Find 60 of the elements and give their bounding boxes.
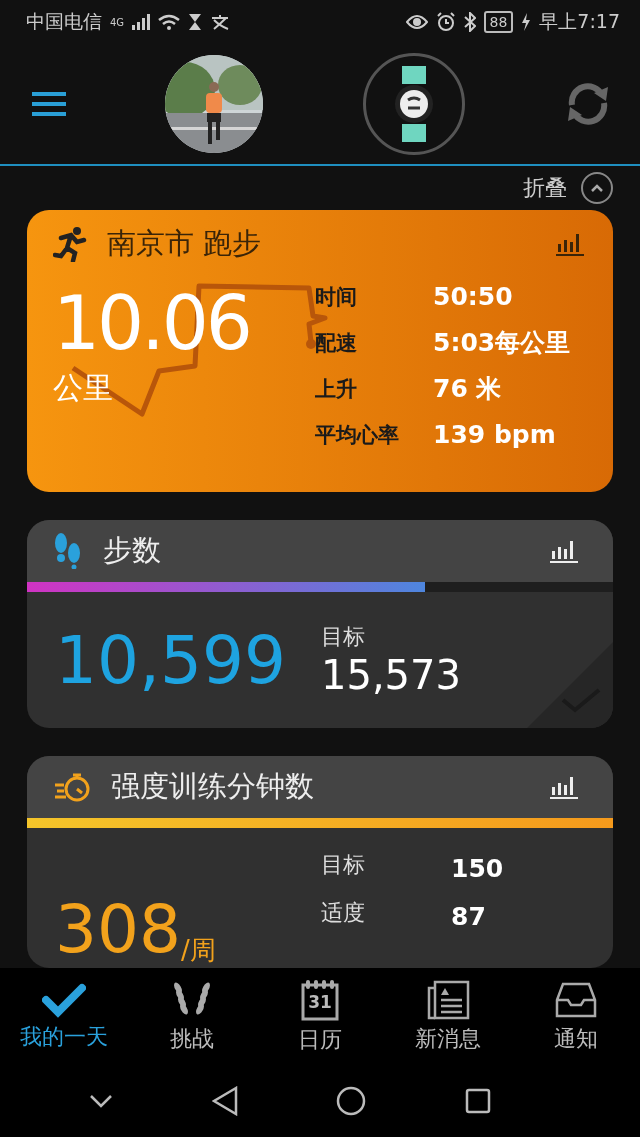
battery-level: 88 (483, 11, 514, 33)
checkmark-icon (42, 981, 86, 1018)
back-icon[interactable] (211, 1086, 238, 1116)
goal-value: 15,573 (321, 652, 461, 698)
card-title: 强度训练分钟数 (111, 768, 315, 805)
steps-count: 10,599 (55, 621, 287, 699)
collapse-label[interactable]: 折叠 (523, 173, 567, 203)
wifi-icon (158, 14, 181, 30)
chevron-icon (590, 183, 604, 193)
runner-icon (53, 226, 87, 262)
stat-value: 76 米 (433, 373, 503, 405)
stat-label: 适度 (321, 899, 366, 927)
bar-chart-icon[interactable] (555, 231, 585, 257)
app-notification-icon (210, 14, 231, 30)
collapse-button[interactable] (581, 172, 613, 204)
recents-icon[interactable] (464, 1088, 491, 1114)
nav-tab[interactable]: 挑战 (128, 968, 256, 1065)
stat-value: 87 (451, 901, 487, 933)
footprints-icon (53, 533, 83, 569)
card-title: 步数 (103, 532, 162, 569)
intensity-card[interactable]: 强度训练分钟数 308/周 目标 150 适度 87 (27, 756, 613, 968)
stat-label: 时间 (315, 284, 358, 311)
newspaper-icon (426, 979, 470, 1020)
minutes-value: 308 (55, 891, 181, 968)
clock-time: 早上7:17 (539, 9, 620, 34)
stat-value: 50:50 (433, 281, 514, 313)
nav-tab[interactable]: 通知 (512, 968, 640, 1065)
nav-tab[interactable]: 我的一天 (0, 968, 128, 1065)
goal-label: 目标 (321, 623, 366, 651)
calendar-day: 31 (298, 991, 342, 1012)
activity-title: 南京市 跑步 (107, 225, 263, 262)
distance-unit: 公里 (53, 369, 114, 407)
signal-icon (132, 14, 151, 30)
distance-value: 10.06 (53, 279, 251, 368)
stopwatch-icon (53, 771, 91, 803)
carrier-name: 中国电信 (26, 9, 102, 34)
nav-tab[interactable]: 31 日历 (256, 968, 384, 1065)
home-icon[interactable] (336, 1086, 367, 1116)
stat-label: 目标 (321, 851, 366, 879)
bluetooth-icon (463, 12, 476, 32)
chevron-down-icon[interactable] (89, 1094, 114, 1108)
menu-icon[interactable] (32, 91, 66, 117)
watch-icon (393, 66, 434, 142)
stat-label: 配速 (315, 330, 358, 357)
network-type: 4G (110, 16, 125, 28)
minutes-period: /周 (181, 934, 216, 967)
bar-chart-icon[interactable] (549, 538, 579, 564)
stat-label: 平均心率 (315, 422, 400, 449)
stat-value: 139 bpm (433, 419, 557, 451)
stat-label: 上升 (315, 376, 358, 403)
nav-tab[interactable]: 新消息 (384, 968, 512, 1065)
watch-button[interactable] (362, 53, 465, 155)
alarm-icon (435, 12, 456, 32)
charging-icon (521, 13, 532, 31)
activity-card[interactable]: 南京市 跑步 10.06 公里 时间 50:50 配速 5:03每公里 上升 76 米 平均心率 139 bpm (27, 210, 613, 492)
eye-icon (405, 14, 428, 30)
stat-value: 5:03每公里 (433, 327, 571, 359)
stat-value: 150 (451, 853, 504, 885)
bar-chart-icon[interactable] (549, 774, 579, 800)
hourglass-icon (188, 13, 203, 31)
